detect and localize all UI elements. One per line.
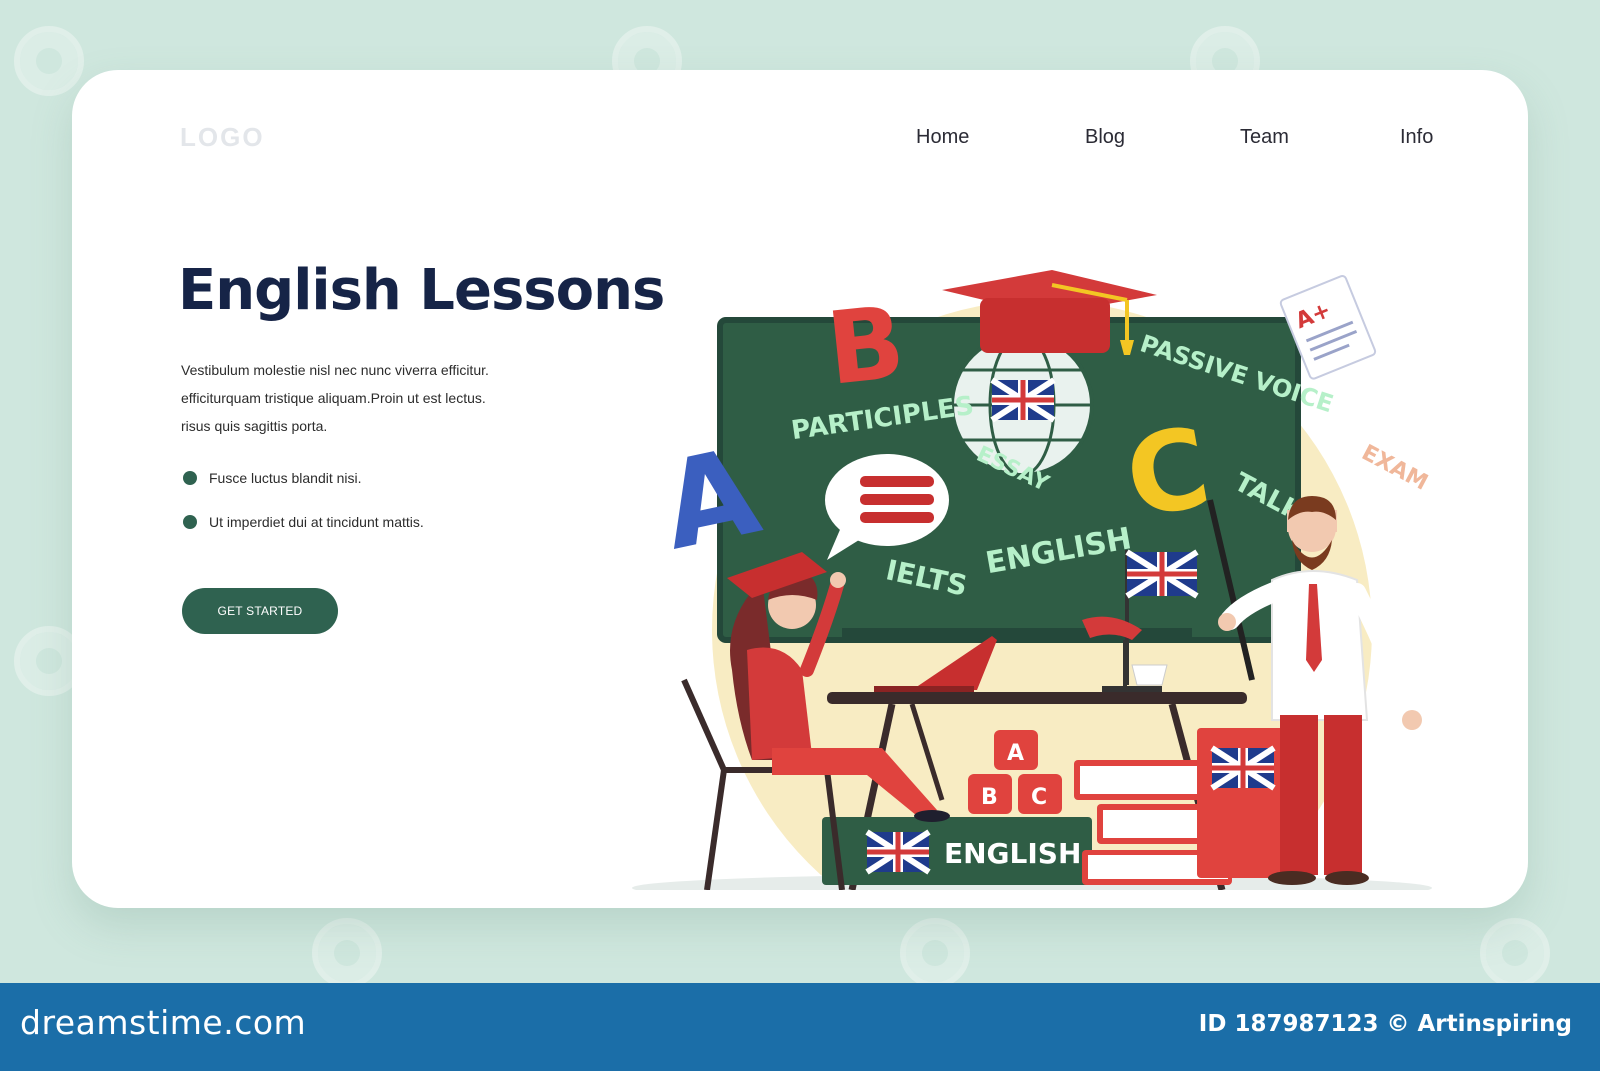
exam-label: EXAM [1357, 440, 1431, 495]
cup-icon [1131, 664, 1168, 686]
nav-home[interactable]: Home [916, 126, 969, 149]
top-nav: Home Blog Team Info [72, 126, 1528, 156]
landing-card: LOGO Home Blog Team Info English Lessons… [72, 70, 1528, 908]
watermark-icon [312, 918, 382, 988]
page-title: English Lessons [178, 258, 665, 323]
footer-brand[interactable]: dreamstime.com [20, 1003, 306, 1042]
watermark-icon [14, 26, 84, 96]
block-letter: A [1007, 741, 1024, 766]
letter-b: B [822, 284, 910, 408]
nav-team[interactable]: Team [1240, 126, 1289, 149]
hero-description: Vestibulum molestie nisl nec nunc viverr… [181, 356, 521, 440]
watermark-icon [1480, 918, 1550, 988]
hero-text-line: risus quis sagittis porta. [181, 418, 328, 434]
bullet-text: Ut imperdiet dui at tincidunt mattis. [209, 514, 424, 530]
watermark-footer: dreamstime.com ID 187987123 © Artinspiri… [0, 983, 1600, 1071]
bullet-dot-icon [183, 471, 197, 485]
watermark-icon [900, 918, 970, 988]
nav-info[interactable]: Info [1400, 126, 1433, 149]
english-book-icon: ENGLISH [822, 817, 1092, 885]
bullet-item: Ut imperdiet dui at tincidunt mattis. [183, 514, 424, 530]
hero-text-line: efficiturquam tristique aliquam.Proin ut… [181, 390, 486, 406]
block-letter: C [1031, 785, 1047, 810]
bullet-dot-icon [183, 515, 197, 529]
bullet-item: Fusce luctus blandit nisi. [183, 470, 362, 486]
nav-blog[interactable]: Blog [1085, 126, 1125, 149]
get-started-button[interactable]: GET STARTED [182, 588, 338, 634]
book-label: ENGLISH [944, 837, 1081, 870]
classroom-illustration: PARTICIPLES PASSIVE VOICE ESSAY ENGLISH … [632, 270, 1432, 890]
footer-image-id: ID 187987123 © Artinspiring [1198, 1011, 1572, 1037]
bullet-text: Fusce luctus blandit nisi. [209, 470, 362, 486]
hero-text-line: Vestibulum molestie nisl nec nunc viverr… [181, 362, 489, 378]
block-letter: B [981, 785, 998, 810]
